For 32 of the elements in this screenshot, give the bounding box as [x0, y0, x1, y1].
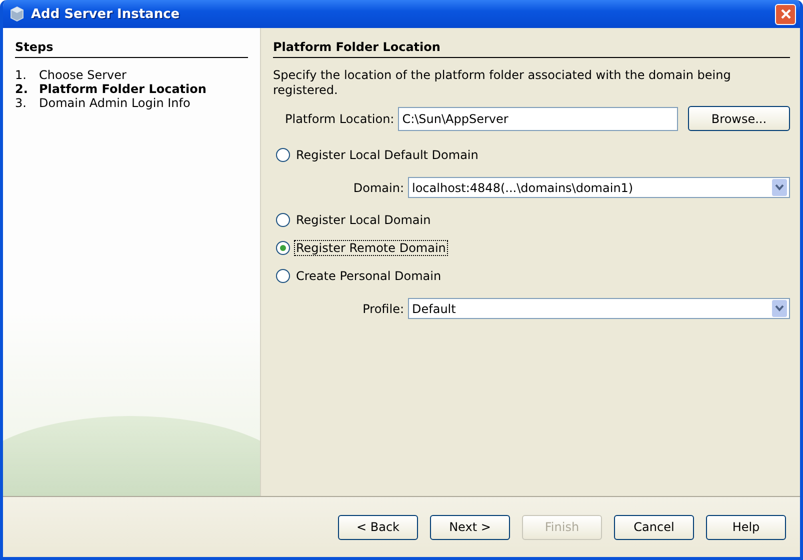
radio-button[interactable] — [276, 269, 290, 283]
step-number: 2. — [15, 82, 29, 96]
close-icon — [780, 8, 792, 20]
step-number: 1. — [15, 68, 28, 82]
radio-button[interactable] — [276, 241, 290, 255]
description-text: Specify the location of the platform folder associated with the domain being registered. — [273, 68, 732, 98]
field-label: Profile: — [362, 302, 404, 316]
dialog-button[interactable]: Help — [706, 514, 786, 540]
dialog-button[interactable]: < Back — [338, 514, 418, 540]
dialog-button[interactable]: Next > — [430, 514, 510, 540]
step-label: Choose Server — [39, 68, 126, 82]
step-label: Platform Folder Location — [39, 82, 206, 96]
panel-heading: Platform Folder Location — [273, 40, 790, 58]
window-title: Add Server Instance — [31, 6, 181, 22]
radio-label[interactable]: Register Local Domain — [294, 212, 433, 228]
close-button[interactable] — [775, 4, 796, 24]
dropdown-field[interactable]: localhost:4848(...\domains\domain1) — [408, 177, 790, 198]
radio-label[interactable]: Register Local Default Domain — [294, 147, 480, 163]
cube-icon — [9, 6, 25, 22]
steps-heading: Steps — [15, 40, 248, 58]
field-label: Domain: — [353, 180, 404, 194]
field-label: Platform Location: — [285, 112, 394, 126]
browse-button[interactable]: Browse... — [688, 106, 790, 131]
radio-button[interactable] — [276, 148, 290, 162]
dialog-button[interactable]: Cancel — [614, 514, 694, 540]
dropdown-field[interactable]: Default — [408, 298, 790, 319]
radio-label[interactable]: Create Personal Domain — [294, 268, 444, 284]
radio-label[interactable]: Register Remote Domain — [294, 240, 448, 256]
step-label: Domain Admin Login Info — [39, 96, 190, 110]
step-number: 3. — [15, 96, 28, 110]
location-field[interactable]: C:\Sun\AppServer — [398, 106, 678, 130]
radio-button[interactable] — [276, 213, 290, 227]
